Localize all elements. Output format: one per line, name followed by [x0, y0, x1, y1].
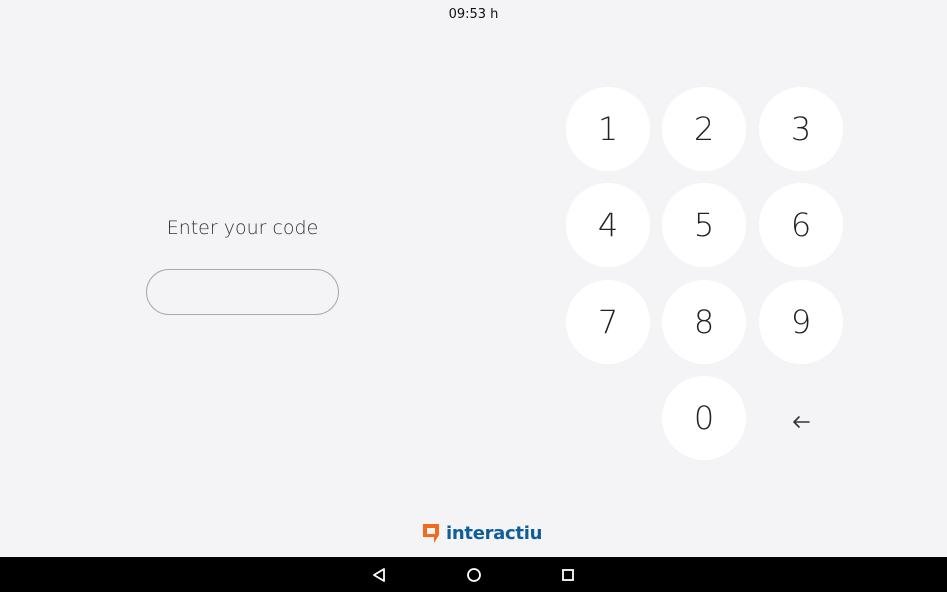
nav-recents-button[interactable]	[558, 565, 578, 585]
system-navigation-bar	[0, 557, 947, 592]
key-0[interactable]: 0	[662, 376, 746, 460]
recents-square-icon	[561, 568, 575, 582]
interactiu-logo: interactiu	[420, 521, 542, 545]
code-input[interactable]	[146, 269, 339, 315]
home-circle-icon	[466, 567, 482, 583]
key-5[interactable]: 5	[662, 183, 746, 267]
key-2[interactable]: 2	[662, 87, 746, 171]
nav-back-button[interactable]	[369, 565, 389, 585]
status-bar-time: 09:53 h	[448, 7, 499, 22]
key-6[interactable]: 6	[759, 183, 843, 267]
key-8[interactable]: 8	[662, 280, 746, 364]
enter-code-label: Enter your code	[166, 217, 319, 239]
nav-home-button[interactable]	[464, 565, 484, 585]
logo-text: interactiu	[446, 522, 543, 544]
key-9[interactable]: 9	[759, 280, 843, 364]
arrow-left-icon	[792, 399, 810, 437]
logo-mark-icon	[420, 522, 442, 545]
backspace-button[interactable]	[759, 376, 843, 460]
key-7[interactable]: 7	[566, 280, 650, 364]
key-1[interactable]: 1	[566, 87, 650, 171]
key-3[interactable]: 3	[759, 87, 843, 171]
back-triangle-icon	[372, 567, 386, 583]
key-4[interactable]: 4	[566, 183, 650, 267]
